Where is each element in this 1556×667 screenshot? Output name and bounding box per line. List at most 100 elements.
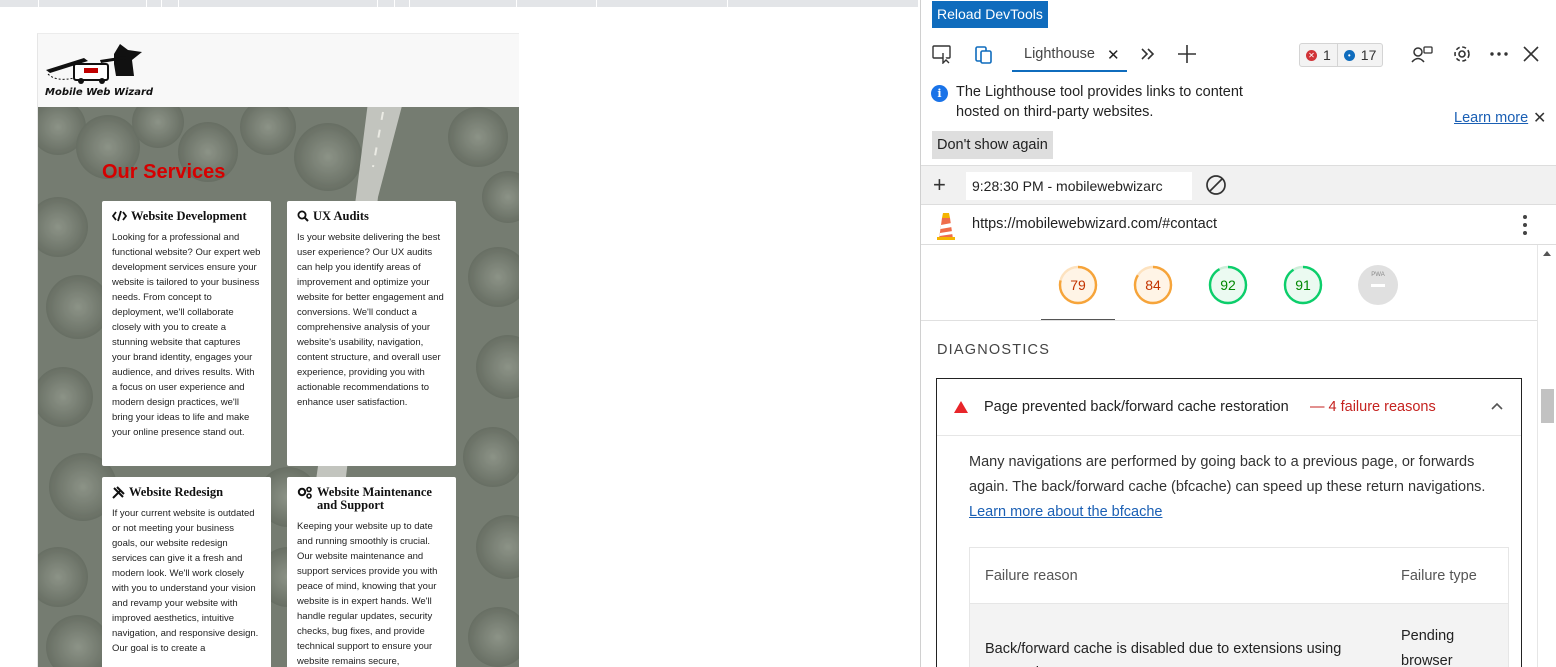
- card-text: If your current website is outdated or n…: [112, 508, 259, 654]
- ruler-tick: [178, 0, 179, 7]
- ruler-tick: [146, 0, 147, 7]
- dont-show-again-button[interactable]: Don't show again: [932, 131, 1053, 159]
- card-title-text: Website Development: [131, 209, 247, 223]
- more-options-icon[interactable]: [1487, 43, 1511, 65]
- scroll-thumb[interactable]: [1541, 389, 1554, 423]
- device-emulation-icon[interactable]: [972, 43, 996, 65]
- site-header: Mobile Web Wizard: [38, 34, 519, 107]
- wizard-hat-van-icon: [46, 44, 142, 84]
- ruler-tick: [727, 0, 728, 7]
- divider: [921, 320, 1537, 321]
- score-gauge-seo[interactable]: 91: [1282, 264, 1324, 306]
- issue-counters[interactable]: ✕ 1 • 17: [1299, 43, 1384, 67]
- pwa-label: PWA: [1371, 272, 1385, 278]
- lighthouse-icon: [937, 213, 955, 240]
- card-text: Looking for a professional and functiona…: [112, 232, 261, 438]
- scroll-up-arrow-icon[interactable]: [1543, 251, 1551, 256]
- service-card-development: Website Development Looking for a profes…: [102, 201, 271, 466]
- message-counter[interactable]: • 17: [1336, 44, 1383, 66]
- ruler-tick: [377, 0, 378, 7]
- audit-failure-count: — 4 failure reasons: [1310, 399, 1436, 415]
- score-value: 91: [1295, 277, 1311, 293]
- ruler-tick: [596, 0, 597, 7]
- fail-triangle-icon: [954, 401, 968, 413]
- close-info-icon[interactable]: ✕: [1533, 108, 1546, 128]
- report-select-value: 9:28:30 PM - mobilewebwizarc: [972, 178, 1163, 194]
- score-gauge-accessibility[interactable]: 84: [1132, 264, 1174, 306]
- gears-icon: [297, 486, 312, 499]
- report-menu-icon[interactable]: [1521, 214, 1529, 236]
- top-ruler: [0, 0, 918, 7]
- score-gauge-performance[interactable]: 79: [1057, 264, 1099, 306]
- error-count: 1: [1323, 47, 1331, 63]
- audit-description-text: Many navigations are performed by going …: [969, 454, 1486, 495]
- feedback-icon[interactable]: [1410, 43, 1434, 65]
- audit-title: Page prevented back/forward cache restor…: [984, 399, 1289, 415]
- more-tabs-icon[interactable]: [1136, 43, 1160, 65]
- learn-more-link[interactable]: Learn more: [1454, 110, 1528, 126]
- new-report-icon[interactable]: +: [933, 173, 946, 197]
- inspect-element-icon[interactable]: [931, 43, 955, 65]
- card-title-text: Website Maintenance and Support: [317, 485, 432, 512]
- error-counter[interactable]: ✕ 1: [1300, 44, 1337, 66]
- report-url-bar: https://mobilewebwizard.com/#contact: [921, 205, 1556, 245]
- card-title: Website Maintenance and Support: [297, 486, 446, 512]
- score-value: 79: [1070, 277, 1086, 293]
- info-icon: i: [931, 85, 948, 102]
- audit-header[interactable]: Page prevented back/forward cache restor…: [937, 379, 1521, 436]
- report-toolbar: + 9:28:30 PM - mobilewebwizarc ▼: [921, 165, 1556, 205]
- settings-gear-icon[interactable]: [1450, 43, 1474, 65]
- ruler-tick: [161, 0, 162, 7]
- table-row: Back/forward cache is disabled due to ex…: [970, 604, 1508, 667]
- message-count: 17: [1360, 47, 1377, 63]
- column-header: Failure type: [1401, 568, 1477, 584]
- reload-devtools-button[interactable]: Reload DevTools: [932, 1, 1048, 28]
- card-text: Is your website delivering the best user…: [297, 232, 444, 408]
- score-gauge-best-practices[interactable]: 92: [1207, 264, 1249, 306]
- close-icon[interactable]: ✕: [1107, 46, 1120, 64]
- bfcache-learn-more-link[interactable]: Learn more about the bfcache: [969, 504, 1162, 520]
- site-logo[interactable]: Mobile Web Wizard: [44, 42, 153, 100]
- third-party-info-bar: i The Lighthouse tool provides links to …: [921, 80, 1556, 165]
- score-value: 92: [1220, 277, 1236, 293]
- ruler-tick: [38, 0, 39, 7]
- column-header: Failure reason: [985, 568, 1078, 584]
- service-card-redesign: Website Redesign If your current website…: [102, 477, 271, 667]
- card-title-text: Website Redesign: [129, 485, 224, 499]
- card-text: Keeping your website up to date and runn…: [297, 521, 438, 667]
- close-devtools-icon[interactable]: [1519, 43, 1543, 65]
- chevron-up-icon[interactable]: [1490, 401, 1504, 411]
- diagnostics-heading: DIAGNOSTICS: [937, 342, 1051, 358]
- code-icon: [112, 210, 127, 222]
- message-icon: •: [1343, 49, 1355, 61]
- tab-label: Lighthouse: [1024, 46, 1095, 62]
- report-url: https://mobilewebwizard.com/#contact: [972, 216, 1217, 232]
- service-card-ux-audits: UX Audits Is your website delivering the…: [287, 201, 456, 466]
- lighthouse-report[interactable]: 79 84 92 91 PWA DIAGNOSTICS Page prevent…: [921, 245, 1537, 667]
- info-text: The Lighthouse tool provides links to co…: [956, 84, 1243, 120]
- failure-type: Pending browser support: [1401, 628, 1455, 667]
- tab-lighthouse[interactable]: Lighthouse ✕: [1012, 38, 1127, 72]
- search-icon: [297, 210, 309, 222]
- audit-bfcache: Page prevented back/forward cache restor…: [936, 378, 1522, 667]
- clear-reports-icon[interactable]: [1205, 174, 1227, 196]
- service-card-maintenance: Website Maintenance and Support Keeping …: [287, 477, 456, 667]
- report-scrollbar[interactable]: [1537, 245, 1556, 667]
- score-value: 84: [1145, 277, 1161, 293]
- ruler-tick: [394, 0, 395, 7]
- report-select[interactable]: 9:28:30 PM - mobilewebwizarc ▼: [966, 172, 1192, 200]
- section-title: Our Services: [102, 161, 226, 183]
- ruler-tick: [516, 0, 517, 7]
- error-icon: ✕: [1306, 49, 1317, 61]
- tools-icon: [112, 486, 125, 499]
- logo-text: Mobile Web Wizard: [45, 87, 154, 98]
- table-header: Failure reason Failure type: [970, 548, 1508, 604]
- ruler-tick: [409, 0, 410, 7]
- devtools-panel: Reload DevTools Lighthouse ✕ ✕ 1 • 17 i …: [920, 0, 1556, 667]
- add-tab-icon[interactable]: [1175, 43, 1199, 65]
- failure-table: Failure reason Failure type Back/forward…: [969, 547, 1509, 667]
- score-gauge-pwa[interactable]: PWA: [1357, 264, 1399, 306]
- audit-description: Many navigations are performed by going …: [969, 450, 1509, 525]
- website-preview: Mobile Web Wizard Our Services Website D…: [37, 33, 519, 667]
- card-title: UX Audits: [297, 210, 446, 223]
